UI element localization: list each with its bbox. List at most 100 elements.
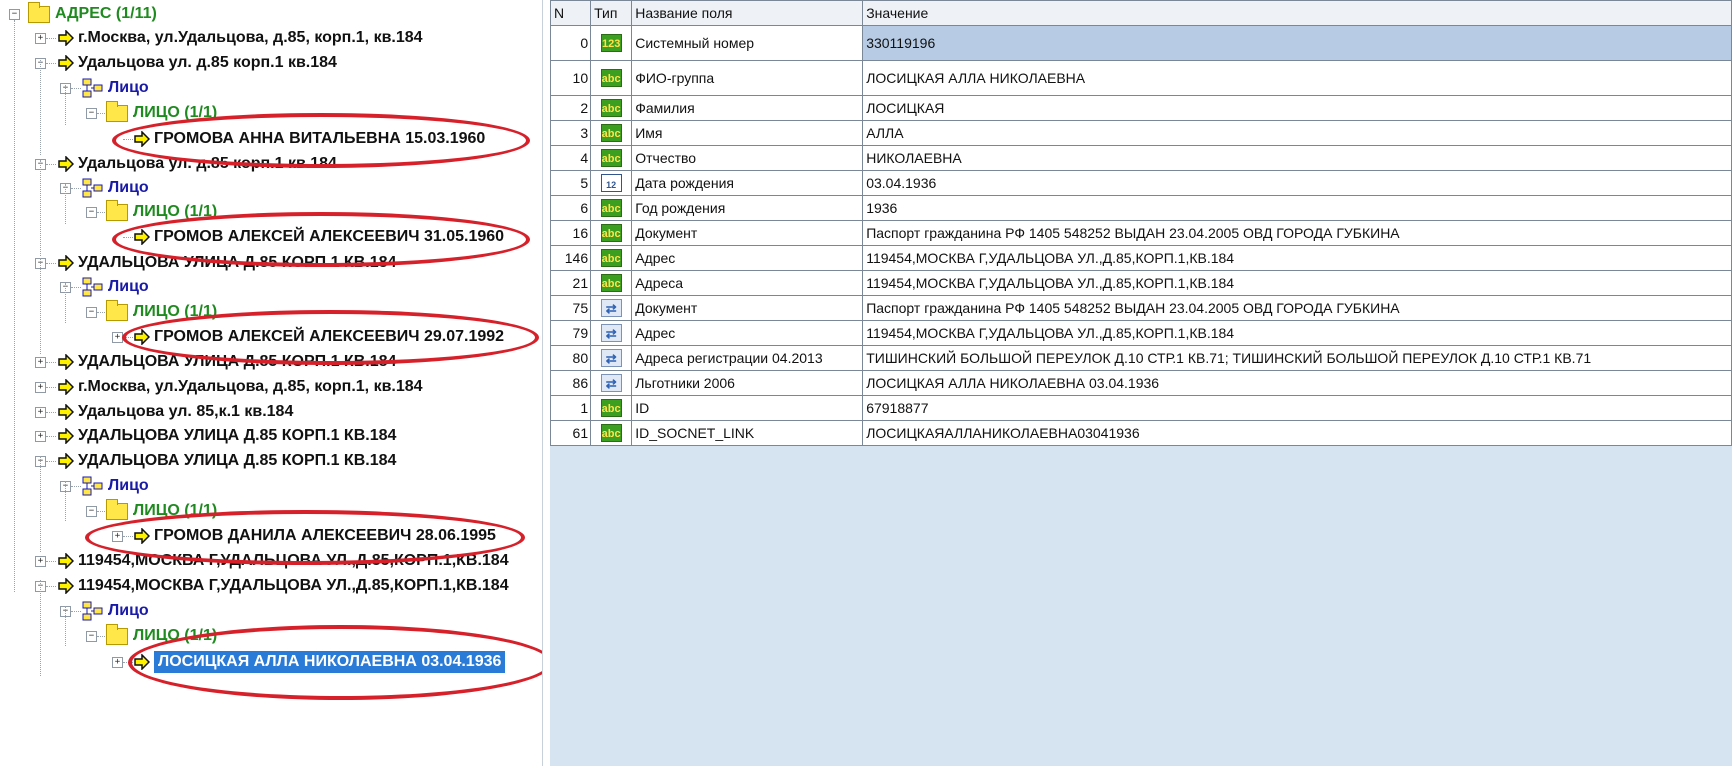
person-entity-icon [82,601,104,621]
link-type-icon: ⇄ [600,374,622,393]
column-header-type[interactable]: Тип [590,0,633,26]
field-value[interactable]: Паспорт гражданина РФ 1405 548252 ВЫДАН … [862,295,1732,321]
field-value[interactable]: ЛОСИЦКАЯ АЛЛА НИКОЛАЕВНА [862,60,1732,96]
collapse-toggle[interactable]: − [86,108,97,119]
column-header-field[interactable]: Название поля [631,0,864,26]
tree-node[interactable]: ЛИЦО (1/1) [106,199,217,223]
field-value[interactable]: АЛЛА [862,120,1732,146]
column-header-value[interactable]: Значение [862,0,1732,26]
tree-node[interactable]: Лицо [82,276,149,298]
tree-node[interactable]: г.Москва, ул.Удальцова, д.85, корп.1, кв… [58,27,423,49]
column-header-n[interactable]: N [550,0,592,26]
table-row[interactable]: 79 ⇄ Адрес 119454,МОСКВА Г,УДАЛЬЦОВА УЛ.,Д.… [550,320,1732,346]
field-value[interactable]: 119454,МОСКВА Г,УДАЛЬЦОВА УЛ.,Д.85,КОРП.… [862,270,1732,296]
collapse-toggle[interactable]: − [86,307,97,318]
table-row[interactable]: 5 12 Дата рождения 03.04.1936 [550,170,1732,196]
collapse-toggle[interactable]: − [86,207,97,218]
field-value[interactable]: ЛОСИЦКАЯ [862,95,1732,121]
field-value[interactable]: 119454,МОСКВА Г,УДАЛЬЦОВА УЛ.,Д.85,КОРП.… [862,320,1732,346]
field-value[interactable]: ТИШИНСКИЙ БОЛЬШОЙ ПЕРЕУЛОК Д.10 СТР.1 КВ… [862,345,1732,371]
link-type-icon: ⇄ [600,299,622,318]
expand-toggle[interactable]: + [112,531,123,542]
tree-node[interactable]: Лицо [82,600,149,622]
table-row[interactable]: 1 abc ID 67918877 [550,395,1732,421]
tree-node[interactable]: ГРОМОВА АННА ВИТАЛЬЕВНА 15.03.1960 [134,128,485,150]
row-number: 61 [550,420,592,446]
tree-node[interactable]: ЛОСИЦКАЯ АЛЛА НИКОЛАЕВНА 03.04.1936 [134,651,506,673]
collapse-toggle[interactable]: − [86,631,97,642]
tree-node[interactable]: ГРОМОВ АЛЕКСЕЙ АЛЕКСЕЕВИЧ 31.05.1960 [134,226,504,248]
tree-node[interactable]: ГРОМОВ АЛЕКСЕЙ АЛЕКСЕЕВИЧ 29.07.1992 [134,326,504,348]
row-number: 75 [550,295,592,321]
table-row[interactable]: 80 ⇄ Адреса регистрации 04.2013 ТИШИНСКИЙ Б… [550,345,1732,371]
table-row[interactable]: 16 abc Документ Паспорт гражданина РФ 1405 … [550,220,1732,246]
field-value[interactable]: 330119196 [862,25,1732,61]
tree-node[interactable]: Удальцова ул. 85,к.1 кв.184 [58,401,293,423]
person-entity-icon [82,178,104,198]
field-name: Адрес [631,245,864,271]
tree-node[interactable]: Лицо [82,177,149,199]
expand-toggle[interactable]: + [112,332,123,343]
field-value[interactable]: НИКОЛАЕВНА [862,145,1732,171]
tree-node-label: г.Москва, ул.Удальцова, д.85, корп.1, кв… [78,29,423,46]
field-value[interactable]: ЛОСИЦКАЯАЛЛАНИКОЛАЕВНА03041936 [862,420,1732,446]
field-value[interactable]: 119454,МОСКВА Г,УДАЛЬЦОВА УЛ.,Д.85,КОРП.… [862,245,1732,271]
folder-icon [106,498,128,520]
tree-node[interactable]: ГРОМОВ ДАНИЛА АЛЕКСЕЕВИЧ 28.06.1995 [134,525,496,547]
expand-toggle[interactable]: + [35,431,46,442]
tree-node[interactable]: 119454,МОСКВА Г,УДАЛЬЦОВА УЛ.,Д.85,КОРП.… [58,550,509,572]
collapse-toggle[interactable]: − [9,9,20,20]
row-type: abc [590,120,633,146]
tree-node[interactable]: Удальцова ул. д.85 корп.1 кв.184 [58,52,337,74]
table-row[interactable]: 61 abc ID_SOCNET_LINK ЛОСИЦКАЯАЛЛАНИКОЛАЕВН… [550,420,1732,446]
tree-node[interactable]: УДАЛЬЦОВА УЛИЦА Д.85 КОРП.1 КВ.184 [58,425,396,447]
tree-node[interactable]: ЛИЦО (1/1) [106,299,217,323]
table-row[interactable]: 10 abc ФИО-группа ЛОСИЦКАЯ АЛЛА НИКОЛАЕВНА [550,60,1732,96]
tree-node[interactable]: 119454,МОСКВА Г,УДАЛЬЦОВА УЛ.,Д.85,КОРП.… [58,575,509,597]
tree-node[interactable]: ЛИЦО (1/1) [106,100,217,124]
table-row[interactable]: 21 abc Адреса 119454,МОСКВА Г,УДАЛЬЦОВА УЛ.… [550,270,1732,296]
tree-node-label: 119454,МОСКВА Г,УДАЛЬЦОВА УЛ.,Д.85,КОРП.… [78,552,509,569]
table-row[interactable]: 2 abc Фамилия ЛОСИЦКАЯ [550,95,1732,121]
tree-node[interactable]: Лицо [82,77,149,99]
tree-node[interactable]: г.Москва, ул.Удальцова, д.85, корп.1, кв… [58,376,423,398]
collapse-toggle[interactable]: − [86,506,97,517]
field-value[interactable]: 1936 [862,195,1732,221]
field-value[interactable]: 67918877 [862,395,1732,421]
tree-node[interactable]: УДАЛЬЦОВА УЛИЦА Д.85 КОРП.1 КВ.184 [58,351,396,373]
tree-node[interactable]: ЛИЦО (1/1) [106,623,217,647]
row-number: 4 [550,145,592,171]
table-row[interactable]: 86 ⇄ Льготники 2006 ЛОСИЦКАЯ АЛЛА НИКОЛАЕВН… [550,370,1732,396]
row-type: abc [590,95,633,121]
expand-toggle[interactable]: + [35,33,46,44]
expand-toggle[interactable]: + [35,407,46,418]
table-row[interactable]: 0 123 Системный номер 330119196 [550,25,1732,61]
field-value[interactable]: 03.04.1936 [862,170,1732,196]
tree-root[interactable]: АДРЕС (1/11) [28,1,157,25]
expand-toggle[interactable]: + [35,382,46,393]
text-type-icon: abc [600,249,622,268]
table-row[interactable]: 146 abc Адрес 119454,МОСКВА Г,УДАЛЬЦОВА УЛ.… [550,245,1732,271]
field-name: ФИО-группа [631,60,864,96]
tree-node[interactable]: Лицо [82,475,149,497]
tree-node[interactable]: Удальцова ул. д.85 корп.1 кв.184 [58,153,337,175]
tree-node[interactable]: УДАЛЬЦОВА УЛИЦА Д.85 КОРП.1 КВ.184 [58,252,396,274]
expand-toggle[interactable]: + [112,657,123,668]
expand-toggle[interactable]: + [35,357,46,368]
table-row[interactable]: 75 ⇄ Документ Паспорт гражданина РФ 1405 54… [550,295,1732,321]
tree-node[interactable]: УДАЛЬЦОВА УЛИЦА Д.85 КОРП.1 КВ.184 [58,450,396,472]
row-type: 123 [590,25,633,61]
expand-toggle[interactable]: + [35,556,46,567]
field-grid-panel[interactable]: N Тип Название поля Значение 0 123 Системн… [550,0,1732,766]
table-row[interactable]: 4 abc Отчество НИКОЛАЕВНА [550,145,1732,171]
tree-panel[interactable]: − АДРЕС (1/11) + г.Москва, ул.Удальцова, … [0,0,543,766]
tree-node-label: УДАЛЬЦОВА УЛИЦА Д.85 КОРП.1 КВ.184 [78,427,397,444]
table-row[interactable]: 3 abc Имя АЛЛА [550,120,1732,146]
tree-node[interactable]: ЛИЦО (1/1) [106,498,217,522]
row-number: 1 [550,395,592,421]
field-value[interactable]: Паспорт гражданина РФ 1405 548252 ВЫДАН … [862,220,1732,246]
row-type: abc [590,220,633,246]
table-row[interactable]: 6 abc Год рождения 1936 [550,195,1732,221]
field-value[interactable]: ЛОСИЦКАЯ АЛЛА НИКОЛАЕВНА 03.04.1936 [862,370,1732,396]
text-type-icon: abc [600,149,622,168]
